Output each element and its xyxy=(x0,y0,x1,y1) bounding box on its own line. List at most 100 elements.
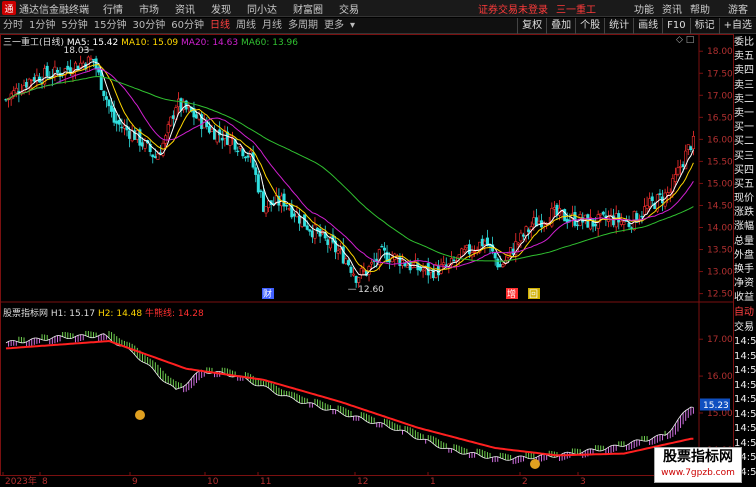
candle-body xyxy=(287,208,291,210)
main-chart-legend: 三一重工(日线) MA5: 15.42 MA10: 15.09 MA20: 14… xyxy=(3,35,298,48)
date-tick-label: 2023年 xyxy=(5,475,37,487)
tab-weekly[interactable]: 周线 xyxy=(233,18,259,34)
stats-button[interactable]: 统计 xyxy=(604,17,633,34)
date-tick-label: 12 xyxy=(357,477,368,487)
date-tick-label: 11 xyxy=(260,477,271,487)
auto-label: 自动 xyxy=(734,307,754,318)
candle-body xyxy=(128,130,132,139)
candle-body xyxy=(153,156,157,158)
tab-5min[interactable]: 5分钟 xyxy=(58,18,90,34)
candle-body xyxy=(640,215,644,218)
stock-chart-label: 三一重工(日线) xyxy=(3,38,65,48)
tick-time: 14:5 xyxy=(734,423,756,434)
stock-button[interactable]: 个股 xyxy=(575,17,604,34)
candle-body xyxy=(285,204,289,207)
overlay-button[interactable]: 叠加 xyxy=(546,17,575,34)
candle-body xyxy=(300,217,304,227)
candle-body xyxy=(115,120,119,124)
candle-body xyxy=(666,192,670,196)
price-tick-label: 18.00 xyxy=(707,47,733,57)
candle-body xyxy=(177,98,181,108)
candle-body xyxy=(14,87,18,94)
user-guest[interactable]: 游客 xyxy=(728,1,748,16)
candle-body xyxy=(480,238,484,247)
quote-label: 委比 xyxy=(734,37,754,48)
h1-line xyxy=(5,333,694,461)
candle-body xyxy=(45,65,49,77)
quote-label: 买五 xyxy=(734,178,754,190)
candle-body xyxy=(498,264,502,268)
tab-30min[interactable]: 30分钟 xyxy=(129,18,168,34)
candle-body xyxy=(370,262,374,265)
tick-time: 14:5 xyxy=(734,336,756,347)
candle-body xyxy=(254,167,258,175)
quote-label: 买四 xyxy=(734,164,754,176)
ma20-label: MA20: 14.63 xyxy=(181,38,239,48)
candle-body xyxy=(421,269,425,272)
candle-body xyxy=(305,225,309,230)
price-tick-label: 14.50 xyxy=(707,201,733,211)
menu-item-news[interactable]: 资讯 xyxy=(175,1,195,16)
tab-daily[interactable]: 日线 xyxy=(207,18,233,34)
candle-body xyxy=(594,223,598,227)
candle-body xyxy=(521,234,525,237)
kline-chart[interactable]: 18.0312.60财增回 18.0017.5017.0016.5016.001… xyxy=(0,34,756,487)
app-logo-icon: 通 xyxy=(2,1,16,15)
candle-body xyxy=(357,277,361,283)
tab-timeshare[interactable]: 分时 xyxy=(0,18,26,34)
candle-body xyxy=(614,213,618,228)
candle-body xyxy=(483,240,487,245)
candle-body xyxy=(261,191,265,212)
candle-body xyxy=(673,174,677,182)
tab-more[interactable]: 更多 xyxy=(321,18,347,34)
add-watchlist-button[interactable]: +自选 xyxy=(718,17,756,34)
candle-body xyxy=(643,206,647,215)
quote-label: 收益 xyxy=(734,292,754,304)
money-bag-icon xyxy=(530,459,540,469)
more-chevron-icon[interactable]: ▾ xyxy=(347,18,358,34)
candle-body xyxy=(169,116,173,126)
tab-multi-period[interactable]: 多周期 xyxy=(285,18,321,34)
candle-body xyxy=(691,135,695,150)
quote-label: 买一 xyxy=(734,122,754,134)
menu-function[interactable]: 功能 xyxy=(634,1,654,16)
candle-body xyxy=(473,251,477,253)
menu-info[interactable]: 资讯 xyxy=(662,1,682,16)
menu-item-market[interactable]: 市场 xyxy=(139,1,159,16)
candle-body xyxy=(207,126,211,133)
f10-button[interactable]: F10 xyxy=(662,17,689,34)
candle-body xyxy=(117,119,121,125)
candle-body xyxy=(25,82,29,88)
tab-monthly[interactable]: 月线 xyxy=(259,18,285,34)
watermark-url: www.7gpzb.com xyxy=(661,468,735,478)
menu-item-quotes[interactable]: 行情 xyxy=(103,1,123,16)
candle-body xyxy=(465,245,469,249)
menu-item-tongxiaoda[interactable]: 同小达 xyxy=(247,1,277,16)
menu-item-discover[interactable]: 发现 xyxy=(211,1,231,16)
candle-body xyxy=(264,206,268,214)
site-watermark: 股票指标网 www.7gpzb.com xyxy=(654,447,742,483)
price-tick-label: 12.50 xyxy=(707,290,733,300)
adjust-button[interactable]: 复权 xyxy=(517,17,546,34)
candle-body xyxy=(496,258,500,268)
login-warning[interactable]: 证券交易未登录 xyxy=(478,1,548,16)
price-tick-label: 13.50 xyxy=(707,246,733,256)
date-tick-label: 8 xyxy=(42,477,48,487)
menu-item-trade[interactable]: 交易 xyxy=(339,1,359,16)
price-tick-label: 13.00 xyxy=(707,268,733,278)
candle-body xyxy=(313,224,317,239)
candle-body xyxy=(467,244,471,255)
candle-body xyxy=(259,190,263,192)
tick-time: 14:5 xyxy=(734,365,756,376)
chart-settings-icon[interactable]: ◇ □ xyxy=(676,35,694,45)
menu-item-wealth[interactable]: 财富圈 xyxy=(293,1,323,16)
tab-1min[interactable]: 1分钟 xyxy=(26,18,58,34)
tab-60min[interactable]: 60分钟 xyxy=(168,18,207,34)
tab-15min[interactable]: 15分钟 xyxy=(91,18,130,34)
draw-line-button[interactable]: 画线 xyxy=(633,17,662,34)
candle-body xyxy=(112,108,116,123)
candle-body xyxy=(352,273,356,276)
quote-label: 卖二 xyxy=(734,93,754,105)
mark-button[interactable]: 标记 xyxy=(689,17,719,34)
menu-help[interactable]: 帮助 xyxy=(690,1,710,16)
